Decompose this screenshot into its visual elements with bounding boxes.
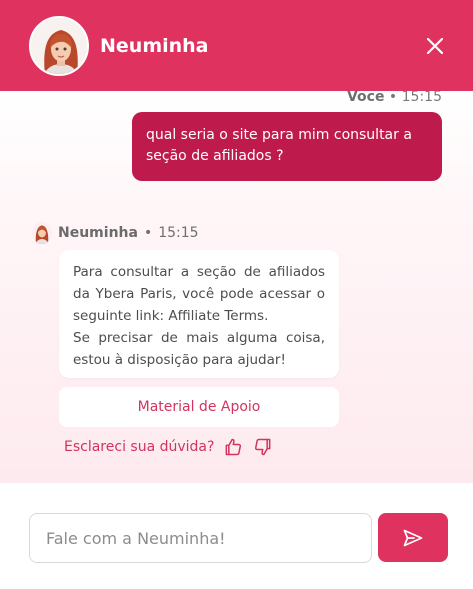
- bot-message-bubble: Para consultar a seção de afiliados da Y…: [59, 250, 339, 378]
- bot-message-time: 15:15: [158, 225, 199, 241]
- user-sender-name: Voce: [346, 91, 385, 105]
- thumbs-down-icon: [255, 438, 271, 456]
- send-icon: [403, 529, 423, 546]
- woman-avatar-icon: [31, 17, 87, 74]
- feedback-question: Esclareci sua dúvida?: [64, 439, 215, 455]
- close-button[interactable]: [423, 34, 447, 58]
- support-material-button[interactable]: Material de Apoio: [59, 387, 339, 427]
- thumbs-up-icon: [226, 438, 242, 456]
- message-composer: [0, 483, 473, 589]
- close-icon: [427, 37, 443, 54]
- bot-message-paragraph: Se precisar de mais alguma coisa, estou …: [73, 330, 325, 368]
- meta-separator: •: [388, 91, 398, 105]
- chat-widget: Neuminha Voce • 15:15 qual seria o site …: [0, 0, 473, 589]
- header-title: Neuminha: [100, 34, 209, 57]
- user-message-bubble: qual seria o site para mim consultar a s…: [132, 112, 442, 181]
- message-input[interactable]: [29, 513, 372, 563]
- send-button[interactable]: [378, 513, 448, 562]
- bot-message-paragraph: Para consultar a seção de afiliados da Y…: [73, 264, 325, 324]
- thumbs-up-button[interactable]: [222, 436, 244, 458]
- assistant-avatar: [29, 15, 89, 76]
- thumbs-down-button[interactable]: [252, 436, 274, 458]
- bot-sender-name: Neuminha: [58, 225, 138, 241]
- chat-header: Neuminha: [0, 0, 473, 91]
- meta-separator: •: [143, 225, 153, 241]
- message-list[interactable]: Voce • 15:15 qual seria o site para mim …: [0, 91, 473, 483]
- bot-message-meta: Neuminha • 15:15: [32, 222, 199, 244]
- user-message-meta: Voce • 15:15: [347, 91, 442, 105]
- feedback-row: Esclareci sua dúvida?: [64, 436, 274, 458]
- bot-avatar: [32, 222, 52, 244]
- woman-avatar-small-icon: [32, 222, 52, 244]
- user-message-time: 15:15: [401, 91, 442, 105]
